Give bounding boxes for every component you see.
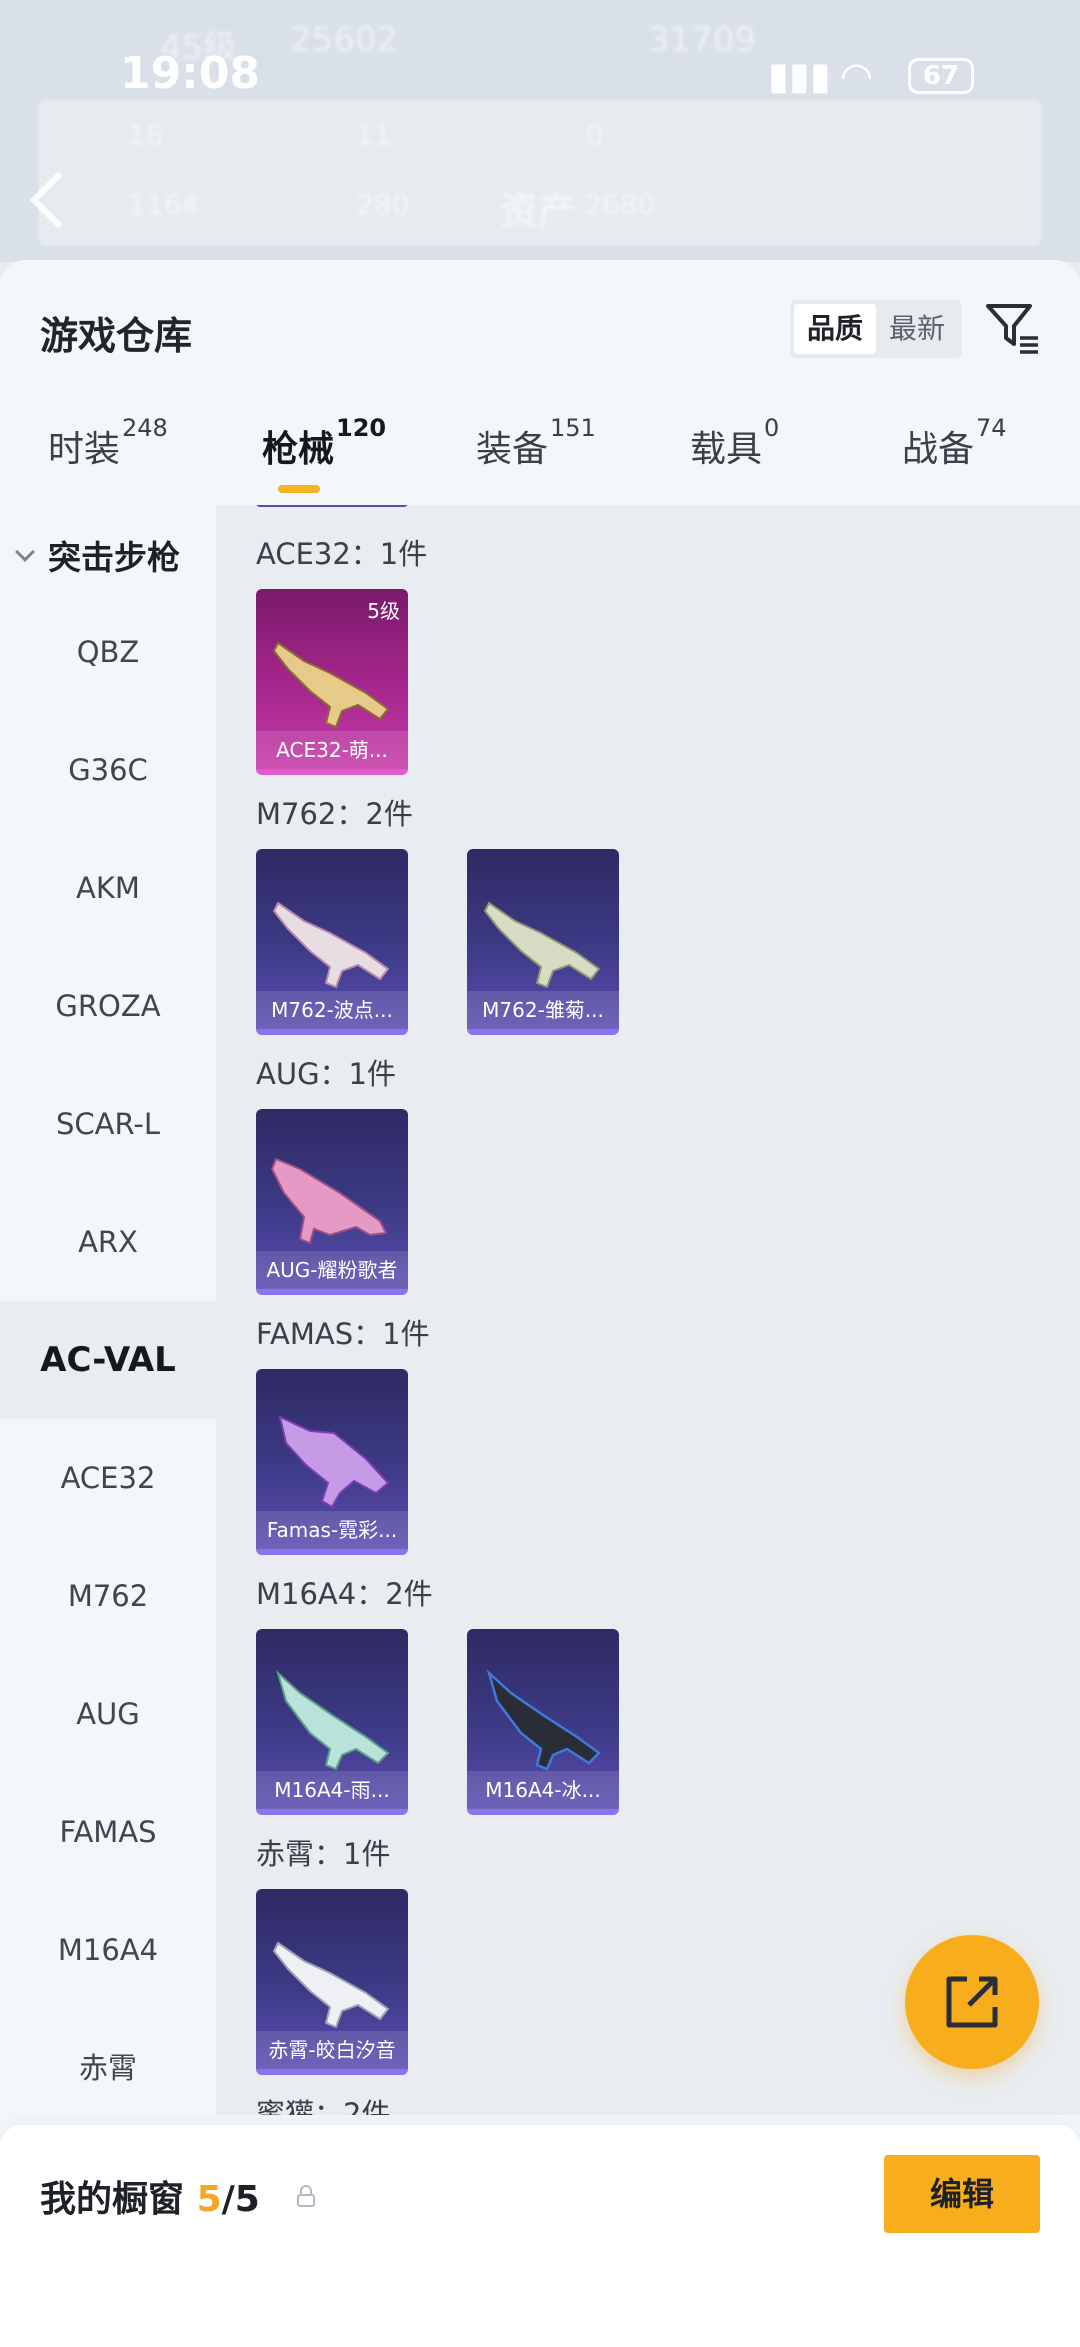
previous-card-edge bbox=[256, 505, 408, 507]
background-header: 45级 25602 31709 16 11 0 1164 280 资产 2680… bbox=[0, 0, 1080, 262]
group-label-famas: FAMAS：1件 bbox=[256, 1317, 430, 1351]
card-caption: M762-波点... bbox=[256, 991, 408, 1029]
nav-item-g36c[interactable]: G36C bbox=[0, 711, 216, 829]
nav-item-ace32[interactable]: ACE32 bbox=[0, 1419, 216, 1537]
group-label-ace32: ACE32：1件 bbox=[256, 537, 428, 571]
nav-category-label: 突击步枪 bbox=[48, 538, 180, 577]
weapon-list: ACE32：1件 5级 ACE32-萌... M762：2件 M762-波点..… bbox=[216, 505, 1080, 2115]
weapon-card[interactable]: M762-雏菊... bbox=[467, 849, 619, 1035]
showcase-total: /5 bbox=[221, 2179, 260, 2220]
showcase-label: 我的橱窗 bbox=[40, 2179, 185, 2220]
weapon-card[interactable]: AUG-耀粉歌者 bbox=[256, 1109, 408, 1295]
edit-button[interactable]: 编辑 bbox=[884, 2155, 1040, 2233]
group-label-aug: AUG：1件 bbox=[256, 1057, 396, 1091]
weapon-card[interactable]: M16A4-雨... bbox=[256, 1629, 408, 1815]
tab-count: 151 bbox=[550, 414, 596, 442]
nav-item-arx[interactable]: ARX bbox=[0, 1183, 216, 1301]
showcase-title: 我的橱窗 5/5 bbox=[40, 2170, 260, 2222]
tab-count: 74 bbox=[976, 414, 1007, 442]
stat-5: 280 bbox=[356, 188, 410, 221]
group-label-m16a4: M16A4：2件 bbox=[256, 1577, 433, 1611]
filter-icon[interactable] bbox=[984, 300, 1040, 356]
assets-label: 资产 bbox=[500, 189, 577, 233]
wifi-icon: ◠ bbox=[840, 54, 874, 98]
card-caption: ACE32-萌... bbox=[256, 731, 408, 769]
nav-category-header[interactable]: 突击步枪 bbox=[0, 505, 216, 605]
group-label-chixiao: 赤霄：1件 bbox=[256, 1837, 391, 1871]
rifle-icon bbox=[278, 1415, 390, 1509]
weapon-nav: 突击步枪 QBZ G36C AKM GROZA SCAR-L ARX AC-VA… bbox=[0, 505, 216, 2105]
card-caption: M762-雏菊... bbox=[467, 991, 619, 1029]
tab-supplies[interactable]: 战备74 bbox=[902, 414, 1007, 472]
group-label-m762: M762：2件 bbox=[256, 797, 413, 831]
stat-1: 16 bbox=[128, 118, 164, 151]
tab-count: 0 bbox=[764, 414, 780, 442]
nav-item-m16a4[interactable]: M16A4 bbox=[0, 1891, 216, 2009]
nav-item-akm[interactable]: AKM bbox=[0, 829, 216, 947]
rifle-icon bbox=[486, 1669, 601, 1771]
sort-toggle: 品质 最新 bbox=[790, 300, 962, 358]
sort-option-quality[interactable]: 品质 bbox=[794, 304, 876, 354]
page-title: 游戏仓库 bbox=[40, 314, 193, 358]
nav-item-m762[interactable]: M762 bbox=[0, 1537, 216, 1655]
lock-icon bbox=[297, 2185, 315, 2207]
tab-guns[interactable]: 枪械120 bbox=[262, 414, 386, 472]
clock: 19:08 bbox=[120, 48, 261, 99]
card-caption: 赤霄-皎白汐音 bbox=[256, 2031, 408, 2069]
stat-4: 1164 bbox=[128, 188, 200, 221]
rifle-icon bbox=[270, 1157, 388, 1245]
tab-count: 120 bbox=[336, 414, 387, 442]
battery-indicator: 67 bbox=[908, 58, 974, 94]
tab-label: 载具 bbox=[690, 429, 763, 470]
tab-label: 时装 bbox=[48, 429, 121, 470]
card-caption: M16A4-冰... bbox=[467, 1771, 619, 1809]
status-bar: 19:08 ▮▮▮ ◠ 67 bbox=[0, 48, 1080, 112]
nav-item-famas[interactable]: FAMAS bbox=[0, 1773, 216, 1891]
tab-count: 248 bbox=[122, 414, 168, 442]
tab-label: 战备 bbox=[902, 429, 975, 470]
active-tab-indicator bbox=[278, 485, 320, 493]
tab-vehicles[interactable]: 载具0 bbox=[690, 414, 779, 472]
card-caption: Famas-霓彩... bbox=[256, 1511, 408, 1549]
chevron-down-icon bbox=[15, 542, 35, 562]
card-caption: AUG-耀粉歌者 bbox=[256, 1251, 408, 1289]
nav-item-scar-l[interactable]: SCAR-L bbox=[0, 1065, 216, 1183]
category-tabs: 时装248 枪械120 装备151 载具0 战备74 bbox=[0, 414, 1080, 500]
tab-label: 装备 bbox=[476, 429, 549, 470]
showcase-current: 5 bbox=[196, 2179, 222, 2220]
stat-2: 11 bbox=[356, 118, 392, 151]
group-label-honey-badger: 蜜獾：2件 bbox=[256, 2097, 391, 2115]
showcase-bar: 我的橱窗 5/5 编辑 bbox=[0, 2125, 1080, 2347]
rifle-icon bbox=[276, 1669, 390, 1771]
sort-option-latest[interactable]: 最新 bbox=[876, 304, 958, 354]
nav-item-qbz[interactable]: QBZ bbox=[0, 593, 216, 711]
weapon-card[interactable]: M16A4-冰... bbox=[467, 1629, 619, 1815]
rifle-icon bbox=[272, 1941, 390, 2029]
weapon-card[interactable]: M762-波点... bbox=[256, 849, 408, 1035]
rifle-icon bbox=[272, 641, 390, 729]
tab-fashion[interactable]: 时装248 bbox=[48, 414, 168, 472]
weapon-card[interactable]: Famas-霓彩... bbox=[256, 1369, 408, 1555]
nav-item-ac-val[interactable]: AC-VAL bbox=[0, 1301, 216, 1419]
share-button[interactable] bbox=[905, 1935, 1039, 2069]
tab-label: 枪械 bbox=[262, 429, 335, 470]
card-level: 5级 bbox=[367, 599, 400, 623]
card-caption: M16A4-雨... bbox=[256, 1771, 408, 1809]
signal-icon: ▮▮▮ bbox=[768, 54, 831, 98]
weapon-card[interactable]: 赤霄-皎白汐音 bbox=[256, 1889, 408, 2075]
assets-value: 2680 bbox=[584, 188, 656, 221]
tab-equipment[interactable]: 装备151 bbox=[476, 414, 596, 472]
rifle-icon bbox=[272, 901, 390, 989]
external-link-icon bbox=[946, 1976, 998, 2028]
rifle-icon bbox=[483, 901, 601, 989]
weapon-card[interactable]: 5级 ACE32-萌... bbox=[256, 589, 408, 775]
nav-item-chixiao[interactable]: 赤霄 bbox=[0, 2009, 216, 2127]
nav-item-groza[interactable]: GROZA bbox=[0, 947, 216, 1065]
stat-3: 0 bbox=[586, 118, 604, 151]
nav-item-aug[interactable]: AUG bbox=[0, 1655, 216, 1773]
